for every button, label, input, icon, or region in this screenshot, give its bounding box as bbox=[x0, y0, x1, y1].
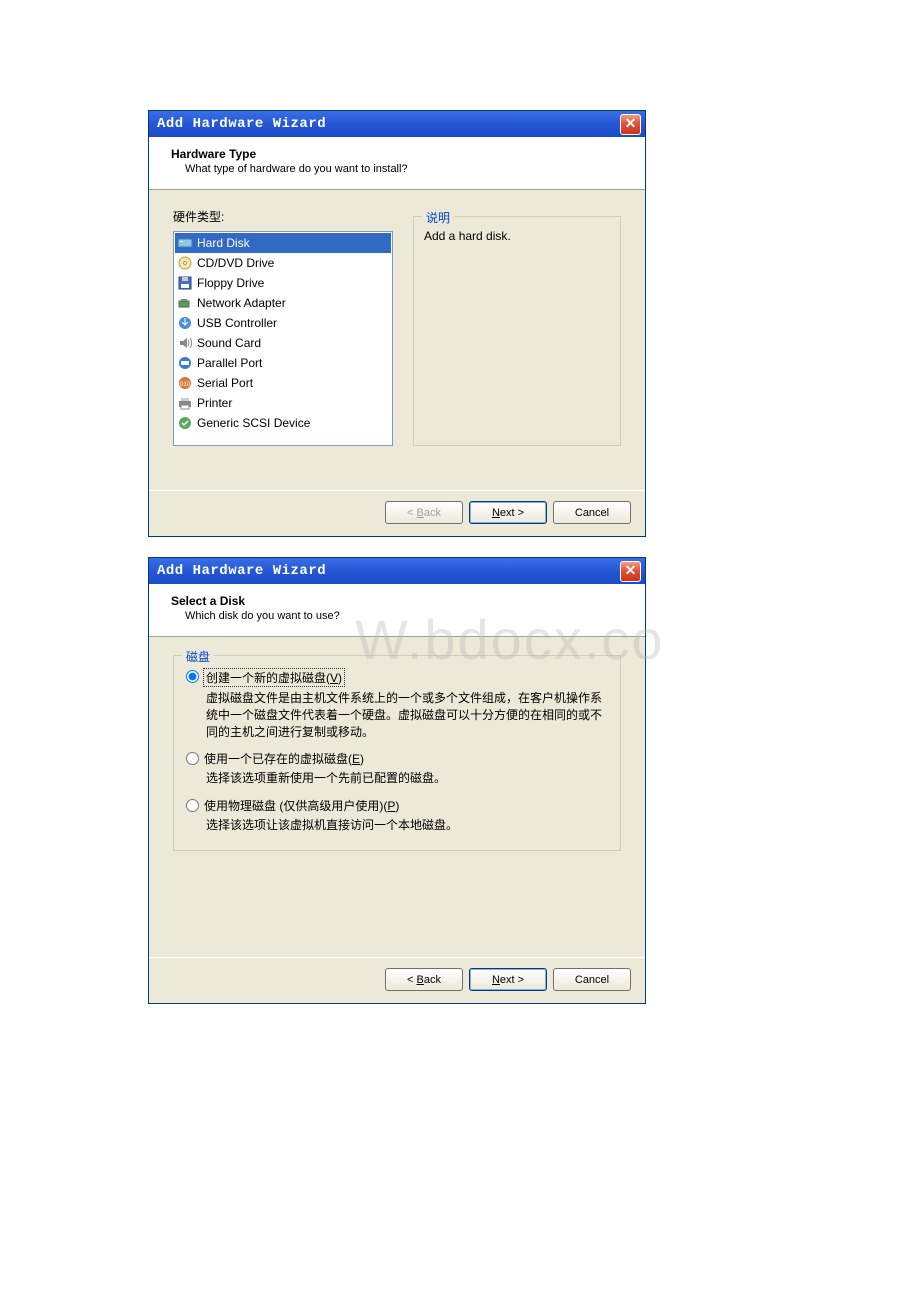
hw-item-cd-dvd[interactable]: CD/DVD Drive bbox=[175, 253, 391, 273]
usb-icon bbox=[177, 315, 193, 331]
hw-item-printer[interactable]: Printer bbox=[175, 393, 391, 413]
titlebar[interactable]: Add Hardware Wizard ✕ bbox=[149, 111, 645, 137]
radio-use-existing-label[interactable]: 使用一个已存在的虚拟磁盘(E) bbox=[203, 750, 365, 767]
close-button[interactable]: ✕ bbox=[620, 114, 641, 135]
hw-item-floppy[interactable]: Floppy Drive bbox=[175, 273, 391, 293]
hw-item-label: USB Controller bbox=[197, 314, 277, 332]
body-panel: 硬件类型: Hard Disk CD/DVD Drive Floppy Driv… bbox=[149, 190, 645, 490]
radio-use-existing-desc: 选择该选项重新使用一个先前已配置的磁盘。 bbox=[206, 770, 608, 787]
disk-group: 磁盘 创建一个新的虚拟磁盘(V) 虚拟磁盘文件是由主机文件系统上的一个或多个文件… bbox=[173, 655, 621, 851]
serial-port-icon: 010 bbox=[177, 375, 193, 391]
sound-icon bbox=[177, 335, 193, 351]
hardware-list[interactable]: Hard Disk CD/DVD Drive Floppy Drive Netw… bbox=[173, 231, 393, 446]
hardware-type-label: 硬件类型: bbox=[173, 208, 393, 225]
hw-item-sound[interactable]: Sound Card bbox=[175, 333, 391, 353]
header-subtitle: Which disk do you want to use? bbox=[185, 610, 631, 622]
floppy-icon bbox=[177, 275, 193, 291]
titlebar[interactable]: Add Hardware Wizard ✕ bbox=[149, 558, 645, 584]
add-hardware-wizard-1: Add Hardware Wizard ✕ Hardware Type What… bbox=[148, 110, 646, 537]
hw-item-hard-disk[interactable]: Hard Disk bbox=[175, 233, 391, 253]
radio-use-physical-label[interactable]: 使用物理磁盘 (仅供高级用户使用)(P) bbox=[203, 797, 400, 814]
radio-use-existing[interactable] bbox=[186, 752, 199, 765]
hw-item-label: Generic SCSI Device bbox=[197, 414, 310, 432]
add-hardware-wizard-2: Add Hardware Wizard ✕ Select a Disk Whic… bbox=[148, 557, 646, 1004]
header-subtitle: What type of hardware do you want to ins… bbox=[185, 163, 631, 175]
cancel-button[interactable]: Cancel bbox=[553, 501, 631, 524]
radio-create-new-desc: 虚拟磁盘文件是由主机文件系统上的一个或多个文件组成，在客户机操作系统中一个磁盘文… bbox=[206, 690, 608, 740]
next-button[interactable]: Next > bbox=[469, 968, 547, 991]
hw-item-usb[interactable]: USB Controller bbox=[175, 313, 391, 333]
radio-create-new[interactable] bbox=[186, 670, 199, 683]
button-row: < Back Next > Cancel bbox=[149, 957, 645, 1003]
header-panel: Select a Disk Which disk do you want to … bbox=[149, 584, 645, 637]
scsi-icon bbox=[177, 415, 193, 431]
back-button[interactable]: < Back bbox=[385, 501, 463, 524]
radio-create-new-label[interactable]: 创建一个新的虚拟磁盘(V) bbox=[203, 668, 345, 687]
description-text: Add a hard disk. bbox=[424, 229, 610, 243]
radio-use-physical[interactable] bbox=[186, 799, 199, 812]
hw-item-label: Printer bbox=[197, 394, 232, 412]
cd-icon bbox=[177, 255, 193, 271]
window-title: Add Hardware Wizard bbox=[157, 116, 326, 132]
hard-disk-icon bbox=[177, 235, 193, 251]
hw-item-network[interactable]: Network Adapter bbox=[175, 293, 391, 313]
button-row: < Back Next > Cancel bbox=[149, 490, 645, 536]
description-group: 说明 Add a hard disk. bbox=[413, 216, 621, 446]
hw-item-label: CD/DVD Drive bbox=[197, 254, 274, 272]
header-panel: Hardware Type What type of hardware do y… bbox=[149, 137, 645, 190]
cancel-button[interactable]: Cancel bbox=[553, 968, 631, 991]
hw-item-label: Hard Disk bbox=[197, 234, 250, 252]
hw-item-label: Floppy Drive bbox=[197, 274, 264, 292]
close-button[interactable]: ✕ bbox=[620, 561, 641, 582]
hw-item-scsi[interactable]: Generic SCSI Device bbox=[175, 413, 391, 433]
header-title: Hardware Type bbox=[171, 147, 631, 161]
window-title: Add Hardware Wizard bbox=[157, 563, 326, 579]
hw-item-parallel[interactable]: Parallel Port bbox=[175, 353, 391, 373]
disk-legend: 磁盘 bbox=[182, 648, 214, 665]
parallel-port-icon bbox=[177, 355, 193, 371]
next-button[interactable]: Next > bbox=[469, 501, 547, 524]
svg-text:010: 010 bbox=[180, 382, 191, 388]
hw-item-label: Parallel Port bbox=[197, 354, 262, 372]
hw-item-label: Sound Card bbox=[197, 334, 261, 352]
printer-icon bbox=[177, 395, 193, 411]
back-button[interactable]: < Back bbox=[385, 968, 463, 991]
network-icon bbox=[177, 295, 193, 311]
description-legend: 说明 bbox=[422, 209, 454, 226]
header-title: Select a Disk bbox=[171, 594, 631, 608]
radio-use-physical-desc: 选择该选项让该虚拟机直接访问一个本地磁盘。 bbox=[206, 817, 608, 834]
hw-item-label: Network Adapter bbox=[197, 294, 286, 312]
hw-item-serial[interactable]: 010 Serial Port bbox=[175, 373, 391, 393]
body-panel: 磁盘 创建一个新的虚拟磁盘(V) 虚拟磁盘文件是由主机文件系统上的一个或多个文件… bbox=[149, 637, 645, 957]
hw-item-label: Serial Port bbox=[197, 374, 253, 392]
